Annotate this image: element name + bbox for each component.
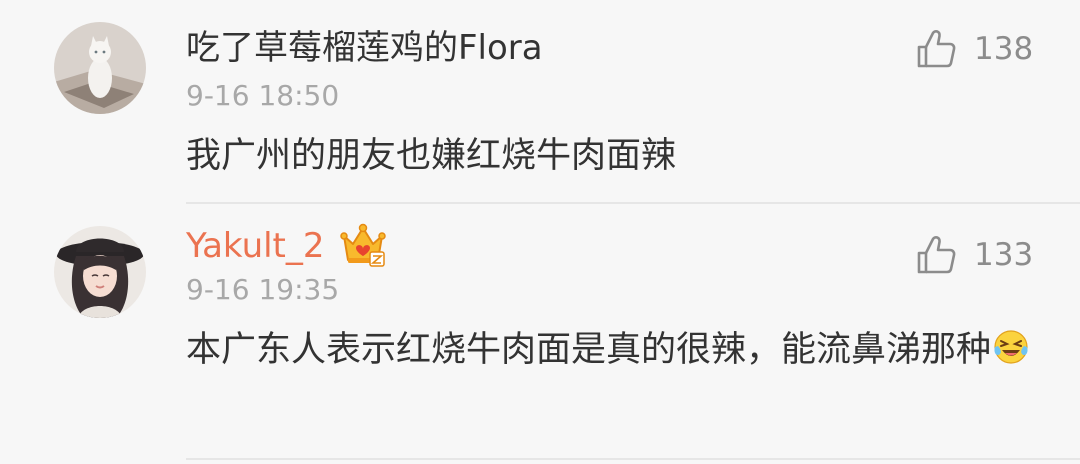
user-avatar[interactable] [54, 22, 146, 114]
like-count: 138 [974, 31, 1034, 67]
thumbs-up-icon [917, 30, 956, 68]
comment-item: Yakult_2 9-16 19:35 本广东人表示红烧牛肉面是真的很辣，能流鼻… [0, 204, 1080, 464]
girl-with-hat-photo-icon [54, 226, 146, 318]
laughing-crying-emoji-icon [994, 330, 1028, 364]
comment-text: 本广东人表示红烧牛肉面是真的很辣，能流鼻涕那种 [186, 322, 1036, 378]
like-button[interactable]: 138 [914, 26, 1033, 72]
comment-timestamp: 9-16 18:50 [186, 79, 340, 112]
username[interactable]: Yakult_2 [186, 226, 325, 266]
thumbs-up-icon [917, 236, 956, 274]
divider [186, 458, 1080, 460]
white-cat-photo-icon [54, 22, 146, 114]
crown-vip-icon[interactable] [340, 222, 386, 268]
comment-text: 我广州的朋友也嫌红烧牛肉面辣 [186, 136, 677, 176]
user-avatar[interactable] [54, 226, 146, 318]
comment-item: 吃了草莓榴莲鸡的Flora 9-16 18:50 我广州的朋友也嫌红烧牛肉面辣 … [0, 0, 1080, 202]
like-button[interactable]: 133 [914, 232, 1033, 278]
comment-timestamp: 9-16 19:35 [186, 273, 340, 306]
comment-text-content: 本广东人表示红烧牛肉面是真的很辣，能流鼻涕那种 [186, 330, 992, 370]
username[interactable]: 吃了草莓榴莲鸡的Flora [186, 28, 543, 68]
like-count: 133 [974, 237, 1034, 273]
